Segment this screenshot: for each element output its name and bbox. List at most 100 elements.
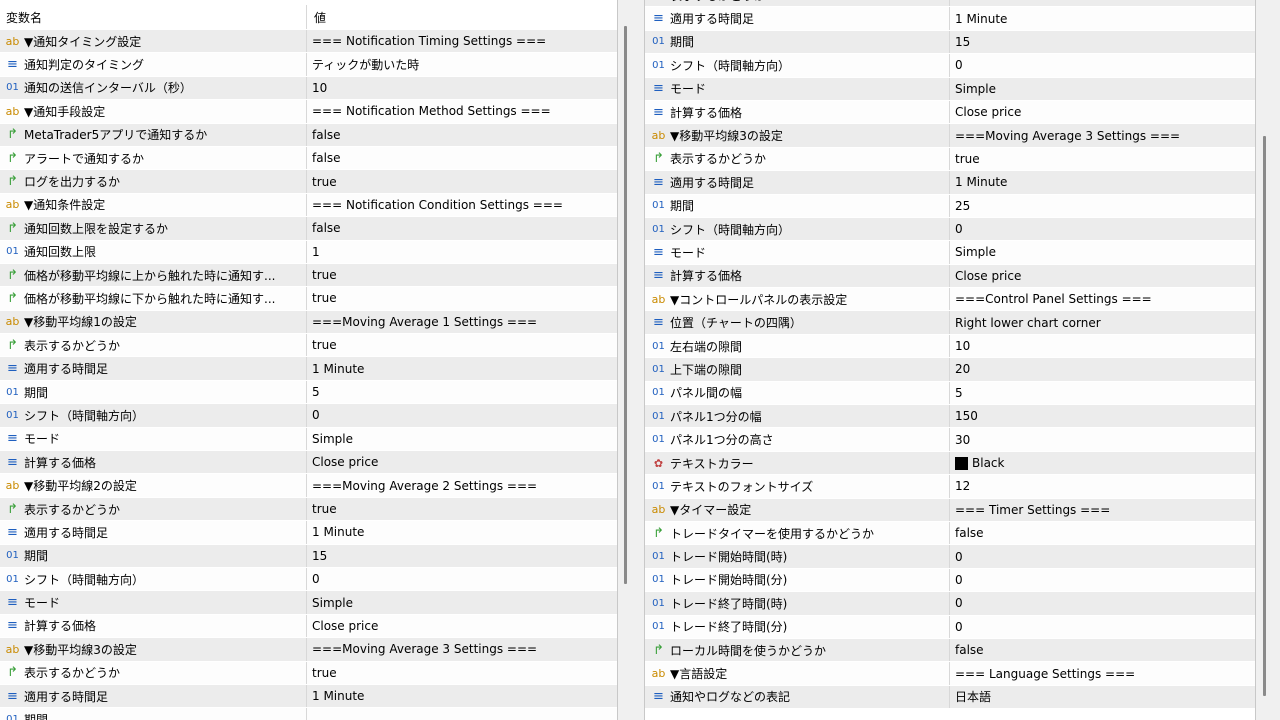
parameter-row[interactable]: ↱ 表示するかどうか true — [0, 334, 617, 358]
parameter-value-cell[interactable]: Close price — [307, 615, 617, 637]
parameter-row[interactable]: ≡ 位置（チャートの四隅） Right lower chart corner — [645, 311, 1255, 335]
parameter-value-cell[interactable]: === Notification Method Settings === — [307, 100, 617, 122]
parameter-row[interactable]: ↱ MetaTrader5アプリで通知するか false — [0, 123, 617, 147]
parameter-row[interactable]: ab ▼移動平均線3の設定 ===Moving Average 3 Settings… — [645, 124, 1255, 148]
parameter-row[interactable]: ≡ 通知判定のタイミング ティックが動いた時 — [0, 53, 617, 77]
parameter-value-cell[interactable]: ===Moving Average 3 Settings === — [950, 124, 1255, 146]
parameter-value-cell[interactable]: ===Moving Average 3 Settings === — [307, 638, 617, 660]
parameter-row[interactable]: 01 期間 15 — [0, 544, 617, 568]
parameter-value-cell[interactable]: 15 — [307, 545, 617, 567]
parameter-value-cell[interactable]: 0 — [307, 568, 617, 590]
parameter-row[interactable]: ab ▼移動平均線1の設定 ===Moving Average 1 Settings… — [0, 310, 617, 335]
parameter-value-cell[interactable]: 0 — [950, 569, 1255, 591]
parameter-row[interactable]: ↱ 表示するかどうか true — [0, 497, 617, 522]
parameter-value-cell[interactable]: true — [307, 287, 617, 309]
parameter-row[interactable]: ≡ 通知やログなどの表記 日本語 — [645, 685, 1255, 710]
parameter-row[interactable]: 01 通知の送信インターバル（秒） 10 — [0, 76, 617, 101]
parameter-value-cell[interactable]: true — [307, 170, 617, 192]
parameter-row[interactable]: ab ▼移動平均線3の設定 ===Moving Average 3 Settings… — [0, 638, 617, 662]
parameter-row[interactable]: 01 期間 25 — [645, 194, 1255, 218]
parameter-value-cell[interactable]: ===Moving Average 1 Settings === — [307, 311, 617, 333]
parameter-row[interactable]: ≡ モード Simple — [645, 241, 1255, 265]
parameter-row[interactable]: ≡ モード Simple — [645, 77, 1255, 101]
parameter-value-cell[interactable]: true — [307, 264, 617, 286]
parameter-row[interactable]: ↱ 価格が移動平均線に上から触れた時に通知す... true — [0, 263, 617, 288]
parameter-row[interactable]: 01 パネル1つ分の高さ 30 — [645, 428, 1255, 452]
parameter-row[interactable]: ≡ 適用する時間足 1 Minute — [0, 357, 617, 381]
parameter-value-cell[interactable]: 1 Minute — [307, 357, 617, 379]
parameter-row[interactable]: 01 パネル間の幅 5 — [645, 381, 1255, 406]
parameter-value-cell[interactable]: true — [307, 498, 617, 520]
parameter-row[interactable]: 01 トレード開始時間(分) 0 — [645, 568, 1255, 593]
parameter-row[interactable]: ✿ テキストカラー Black — [645, 451, 1255, 476]
parameter-value-cell[interactable]: ティックが動いた時 — [307, 53, 617, 75]
parameter-value-cell[interactable]: 12 — [950, 475, 1255, 497]
parameter-row[interactable]: ≡ 適用する時間足 1 Minute — [0, 684, 617, 709]
parameter-row[interactable]: ≡ 計算する価格 Close price — [0, 614, 617, 639]
parameter-row[interactable]: ab ▼通知手段設定 === Notification Method Setting… — [0, 100, 617, 124]
parameter-value-cell[interactable]: 0 — [950, 616, 1255, 638]
parameter-value-cell[interactable]: Simple — [950, 78, 1255, 100]
parameter-value-cell[interactable]: true — [307, 662, 617, 684]
parameter-value-cell[interactable]: true — [307, 334, 617, 356]
parameter-row[interactable]: ≡ 計算する価格 Close price — [645, 100, 1255, 125]
parameter-value-cell[interactable]: 1 Minute — [307, 685, 617, 707]
parameter-row[interactable]: 01 トレード終了時間(分) 0 — [645, 615, 1255, 639]
parameter-row[interactable]: ab ▼通知タイミング設定 === Notification Timing Sett… — [0, 30, 617, 54]
parameter-value-cell[interactable]: 日本語 — [950, 686, 1255, 708]
parameter-row[interactable]: 01 パネル1つ分の幅 150 — [645, 405, 1255, 429]
parameter-value-cell[interactable] — [307, 708, 617, 720]
parameter-value-cell[interactable]: true — [950, 0, 1255, 6]
parameter-value-cell[interactable]: 0 — [950, 218, 1255, 240]
parameter-value-cell[interactable]: === Notification Timing Settings === — [307, 30, 617, 52]
parameter-row[interactable]: ↱ アラートで通知するか false — [0, 146, 617, 171]
parameter-row[interactable]: ab ▼コントロールパネルの表示設定 ===Control Panel Settin… — [645, 288, 1255, 312]
parameter-value-cell[interactable]: Simple — [307, 428, 617, 450]
column-header-name[interactable]: 変数名 — [0, 5, 307, 29]
parameter-row[interactable]: ab ▼通知条件設定 === Notification Condition Sett… — [0, 193, 617, 218]
parameter-row[interactable]: ↱ 通知回数上限を設定するか false — [0, 217, 617, 241]
parameter-value-cell[interactable]: 25 — [950, 195, 1255, 217]
parameter-row[interactable]: 01 シフト（時間軸方向） 0 — [645, 217, 1255, 242]
parameter-value-cell[interactable]: 1 Minute — [950, 171, 1255, 193]
parameter-row[interactable]: ↱ トレードタイマーを使用するかどうか false — [645, 521, 1255, 546]
parameter-value-cell[interactable]: 5 — [307, 381, 617, 403]
parameter-value-cell[interactable]: === Notification Condition Settings === — [307, 194, 617, 216]
parameter-row[interactable]: 01 通知回数上限 1 — [0, 240, 617, 264]
parameter-value-cell[interactable]: false — [950, 522, 1255, 544]
parameter-value-cell[interactable]: Simple — [950, 241, 1255, 263]
parameter-row[interactable]: ↱ 表示するかどうか true — [645, 147, 1255, 172]
parameter-row[interactable]: ↱ 価格が移動平均線に下から触れた時に通知す... true — [0, 287, 617, 311]
parameter-row[interactable]: ≡ 適用する時間足 1 Minute — [645, 171, 1255, 195]
parameter-row[interactable]: 01 期間 5 — [0, 380, 617, 405]
parameter-value-cell[interactable]: 5 — [950, 382, 1255, 404]
parameter-row[interactable]: ab ▼言語設定 === Language Settings === — [645, 662, 1255, 686]
parameter-value-cell[interactable]: true — [950, 148, 1255, 170]
parameter-row[interactable]: ↱ 表示するかどうか true — [0, 661, 617, 685]
parameter-value-cell[interactable]: === Language Settings === — [950, 662, 1255, 684]
parameter-value-cell[interactable]: 0 — [950, 545, 1255, 567]
column-header-value[interactable]: 値 — [307, 5, 617, 29]
parameter-row[interactable]: ↱ ローカル時間を使うかどうか false — [645, 638, 1255, 663]
parameter-row[interactable]: ab ▼移動平均線2の設定 ===Moving Average 2 Settings… — [0, 474, 617, 498]
parameter-row[interactable]: 01 期間 15 — [645, 30, 1255, 55]
parameter-value-cell[interactable]: === Timer Settings === — [950, 499, 1255, 521]
parameter-row[interactable]: ≡ モード Simple — [0, 591, 617, 615]
parameter-value-cell[interactable]: 0 — [307, 404, 617, 426]
parameter-value-cell[interactable]: 30 — [950, 428, 1255, 450]
parameter-value-cell[interactable]: 1 — [307, 241, 617, 263]
parameter-row[interactable]: 01 期間 — [0, 708, 617, 720]
parameter-value-cell[interactable]: ===Moving Average 2 Settings === — [307, 474, 617, 496]
parameter-value-cell[interactable]: Black — [950, 452, 1255, 474]
parameter-row[interactable]: 01 シフト（時間軸方向） 0 — [0, 567, 617, 592]
parameter-row[interactable]: 01 シフト（時間軸方向） 0 — [645, 54, 1255, 78]
parameter-value-cell[interactable]: 150 — [950, 405, 1255, 427]
parameter-value-cell[interactable]: false — [950, 639, 1255, 661]
parameter-row[interactable]: 01 トレード開始時間(時) 0 — [645, 545, 1255, 569]
parameter-value-cell[interactable]: false — [307, 124, 617, 146]
parameter-value-cell[interactable]: 1 Minute — [307, 521, 617, 543]
parameter-row[interactable]: ≡ 適用する時間足 1 Minute — [645, 7, 1255, 31]
right-scrollbar-thumb[interactable] — [1263, 136, 1266, 696]
parameter-row[interactable]: 01 シフト（時間軸方向） 0 — [0, 404, 617, 428]
parameter-value-cell[interactable]: 1 Minute — [950, 7, 1255, 29]
